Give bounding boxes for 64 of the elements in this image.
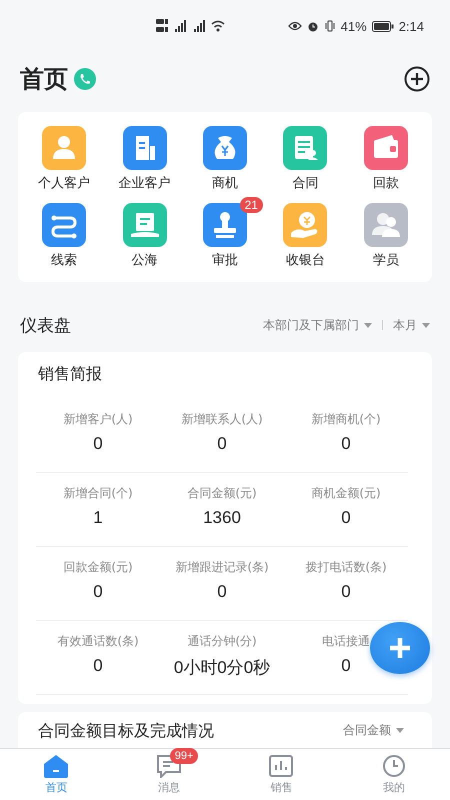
stat-label: 电话接通 [322,633,370,650]
card-title: 合同金额目标及完成情况 [38,722,214,740]
filter-dropdown[interactable]: 本部门及下属部门 [263,316,372,334]
stat-value: 0 [217,434,227,454]
section-title: 仪表盘 [20,314,71,336]
stat-value: 0 [217,582,227,602]
stat-label: 商机金额(元) [311,485,381,502]
shortcut-item[interactable]: 回款 [346,118,426,193]
alarm-icon [306,20,319,32]
stat-label: 新增跟进记录(条) [175,559,269,576]
shortcut-item[interactable]: 21 审批 [184,195,266,270]
card-title: 销售简报 [38,364,103,385]
filter-dropdown[interactable]: 本月 [393,316,430,334]
shortcut-item[interactable]: 公海 [104,195,185,270]
stat-value: 1 [93,508,103,528]
eye-icon [288,21,302,31]
count-badge: 99+ [170,748,198,764]
home-icon [43,754,70,778]
stat-value: 0 [341,434,351,454]
shortcut-item[interactable]: 商机 [184,118,266,193]
caret-icon [422,322,430,328]
stat-label: 新增联系人(人) [181,411,263,428]
phone-icon [74,68,96,90]
caret-icon [396,728,404,733]
vibrate-icon [324,20,336,32]
shortcut-item[interactable]: 企业客户 [104,118,185,193]
tab[interactable]: 99+ 消息 [112,749,225,800]
shortcut-item[interactable]: 线索 [24,195,104,270]
shortcut-item[interactable]: 合同 [265,118,346,193]
battery-percent: 41% [340,18,367,34]
stat-label: 通话分钟(分) [187,633,257,650]
battery-icon [372,20,394,32]
wifi-icon [211,20,225,32]
shortcut-item[interactable]: 个人客户 [24,118,104,193]
stat-value: 1360 [203,508,241,528]
shortcut-item[interactable]: 学员 [346,195,426,270]
count-badge: 21 [240,197,263,213]
shortcut-item[interactable]: 收银台 [265,195,346,270]
sim-icon [156,18,168,34]
add-icon [404,66,430,92]
caret-icon [364,322,372,328]
stat-value: 0 [341,656,351,676]
stat-label: 新增商机(个) [311,411,381,428]
stat-label: 合同金额(元) [187,485,257,502]
stat-label: 回款金额(元) [63,559,133,576]
stat-value: 0 [341,582,351,602]
page-title: 首页 [20,64,68,95]
stat-label: 拨打电话数(条) [305,559,387,576]
stat-value: 0 [93,656,103,676]
filter-dropdown[interactable]: 合同金额 [343,722,404,739]
stat-label: 新增合同(个) [63,485,133,502]
signal-icon [173,20,187,32]
add-button[interactable] [404,66,430,92]
stat-value: 0 [93,582,103,602]
chart-icon [268,754,294,778]
stat-value: 0小时0分0秒 [174,657,270,679]
signal-icon [192,20,206,32]
stat-label: 新增客户(人) [63,411,133,428]
stat-value: 0 [341,508,351,528]
add-icon [388,636,412,660]
clock-icon [380,754,407,778]
stat-label: 有效通话数(条) [57,633,139,650]
clock: 2:14 [398,18,424,34]
stat-value: 0 [93,434,103,454]
